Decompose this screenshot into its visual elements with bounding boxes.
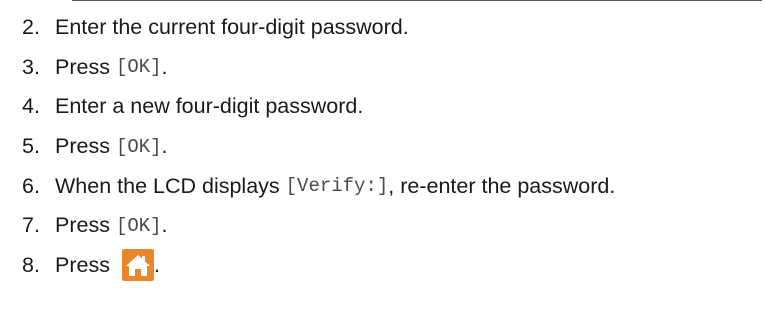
step-4: 4. Enter a new four-digit password.	[22, 87, 762, 127]
verify-code: [Verify:]	[285, 175, 389, 198]
step-text: Enter a new four-digit password.	[55, 94, 364, 119]
step-7: 7. Press [OK] .	[22, 206, 762, 246]
step-number: 4.	[22, 94, 40, 119]
step-6: 6. When the LCD displays [Verify:] , re-…	[22, 166, 762, 206]
step-number: 3.	[22, 54, 40, 79]
step-text: Enter the current four-digit password.	[55, 15, 409, 40]
step-text: When the LCD displays	[55, 173, 286, 198]
step-suffix: .	[161, 54, 168, 79]
step-number: 2.	[22, 15, 40, 40]
step-8: 8. Press .	[22, 246, 762, 286]
ok-key-code: [OK]	[115, 214, 162, 237]
home-icon	[121, 249, 154, 282]
step-number: 6.	[22, 173, 40, 198]
step-text: Press	[55, 213, 116, 238]
instruction-steps: 2. Enter the current four-digit password…	[22, 8, 762, 285]
step-suffix: .	[161, 213, 168, 238]
step-suffix: .	[153, 252, 160, 277]
step-suffix: , re-enter the password.	[388, 173, 616, 198]
ok-key-code: [OK]	[115, 56, 162, 79]
step-text: Press	[55, 134, 116, 159]
step-2: 2. Enter the current four-digit password…	[22, 8, 762, 48]
top-divider	[72, 0, 762, 1]
step-3: 3. Press [OK] .	[22, 48, 762, 88]
step-number: 8.	[22, 252, 40, 277]
step-text: Press	[55, 252, 116, 277]
step-text: Press	[55, 54, 116, 79]
step-5: 5. Press [OK] .	[22, 127, 762, 167]
step-number: 5.	[22, 134, 40, 159]
step-number: 7.	[22, 213, 40, 238]
step-suffix: .	[161, 134, 168, 159]
ok-key-code: [OK]	[115, 135, 162, 158]
